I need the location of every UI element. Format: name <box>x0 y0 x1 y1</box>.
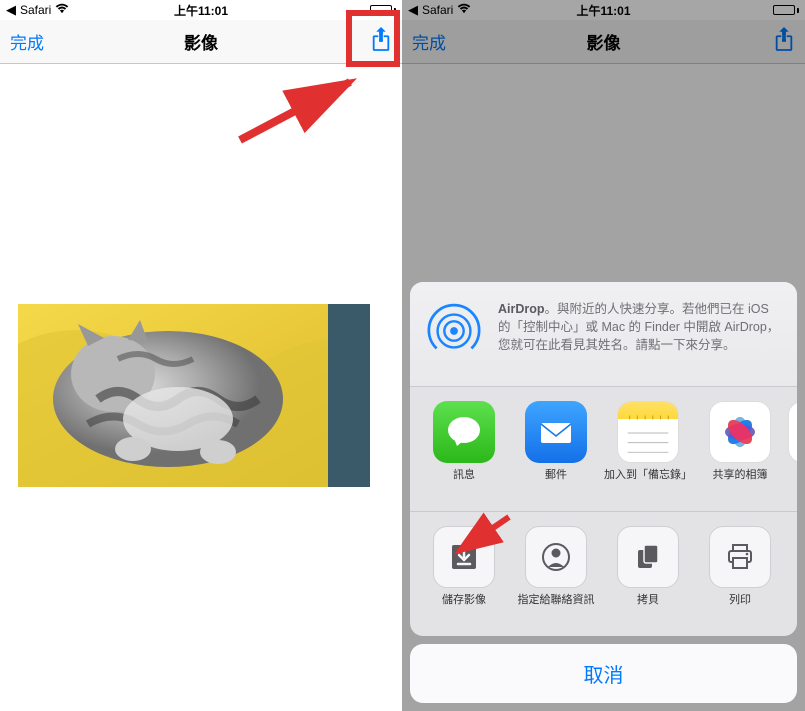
photos-icon <box>709 401 771 463</box>
page-title: 影像 <box>0 29 402 54</box>
airdrop-description: AirDrop。與附近的人快速分享。若他們已在 iOS 的「控制中心」或 Mac… <box>498 300 783 360</box>
partial-app-icon <box>788 401 797 463</box>
clock: 上午11:01 <box>0 2 402 19</box>
share-sheet-panel: AirDrop。與附近的人快速分享。若他們已在 iOS 的「控制中心」或 Mac… <box>410 282 797 636</box>
annotation-arrow-icon <box>447 511 517 561</box>
phone-right: ◀ Safari 上午11:01 完成 影像 <box>402 0 805 711</box>
displayed-image <box>18 304 370 487</box>
image-viewer[interactable] <box>0 64 402 711</box>
annotation-arrow-icon <box>230 70 370 150</box>
status-bar: ◀ Safari 上午11:01 <box>0 0 402 20</box>
copy-icon <box>617 526 679 588</box>
contact-icon <box>525 526 587 588</box>
action-assign-contact[interactable]: 指定給聯絡資訊 <box>512 526 600 622</box>
share-apps-row[interactable]: 訊息 郵件 加入到「備忘錄」 <box>410 386 797 511</box>
action-copy[interactable]: 拷貝 <box>604 526 692 622</box>
action-print[interactable]: 列印 <box>696 526 784 622</box>
annotation-highlight-box <box>346 10 400 67</box>
airdrop-section[interactable]: AirDrop。與附近的人快速分享。若他們已在 iOS 的「控制中心」或 Mac… <box>410 282 797 386</box>
messages-icon <box>433 401 495 463</box>
airdrop-icon <box>424 300 484 360</box>
nav-bar: 完成 影像 <box>0 20 402 64</box>
cancel-button[interactable]: 取消 <box>410 644 797 703</box>
share-sheet: AirDrop。與附近的人快速分享。若他們已在 iOS 的「控制中心」或 Mac… <box>410 282 797 703</box>
share-app-shared-album[interactable]: 共享的相簿 <box>696 401 784 497</box>
share-app-more[interactable]: 將至 <box>788 401 797 497</box>
phone-left: ◀ Safari 上午11:01 完成 影像 <box>0 0 402 711</box>
mail-icon <box>525 401 587 463</box>
share-app-mail[interactable]: 郵件 <box>512 401 600 497</box>
share-app-messages[interactable]: 訊息 <box>420 401 508 497</box>
notes-icon <box>617 401 679 463</box>
print-icon <box>709 526 771 588</box>
share-app-notes[interactable]: 加入到「備忘錄」 <box>604 401 692 497</box>
